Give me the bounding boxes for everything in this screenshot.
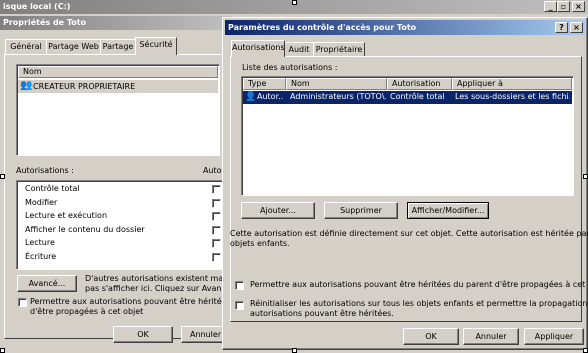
help-icon[interactable]: ? — [555, 22, 568, 33]
reset-permissions-checkbox[interactable] — [235, 301, 244, 310]
resize-handle[interactable] — [0, 174, 5, 179]
names-column-header[interactable]: Nom — [18, 66, 218, 78]
inherit-label-line2: d'être propagées à cet objet — [30, 307, 144, 316]
user-key-icon: 👤 — [245, 92, 257, 102]
inherit-permissions-label: Permettre aux autorisations pouvant être… — [250, 280, 588, 289]
apply-button[interactable]: Appliquer — [524, 328, 584, 345]
list-item[interactable]: 👥 CREATEUR PROPRIETAIRE — [18, 80, 218, 93]
ok-button[interactable]: OK — [113, 326, 173, 343]
tab-sharing[interactable]: Partage — [100, 39, 136, 54]
permission-allow-checkbox[interactable] — [212, 212, 221, 221]
row-type: Autor... — [257, 92, 284, 101]
users-icon: 👥 — [20, 80, 33, 91]
acl-dialog: Paramètres du contrôle d'accès pour Toto… — [222, 17, 588, 350]
tab-permissions[interactable]: Autorisations — [231, 40, 285, 57]
close-icon[interactable]: × — [572, 1, 585, 12]
close-icon[interactable]: × — [570, 22, 583, 33]
ok-button[interactable]: OK — [403, 328, 459, 345]
permission-allow-checkbox[interactable] — [212, 225, 221, 235]
reset-permissions-label-line2: autorisations pouvant être héritées. — [250, 309, 394, 318]
inherit-permissions-checkbox[interactable] — [235, 281, 244, 290]
tab-audit[interactable]: Audit — [284, 42, 314, 57]
permission-label: Lecture — [25, 238, 55, 247]
tab-web-sharing[interactable]: Partage Web — [46, 39, 101, 54]
resize-handle[interactable] — [583, 174, 588, 179]
acl-titlebar: Paramètres du contrôle d'accès pour Toto — [225, 20, 585, 35]
acl-list-label: Liste des autorisations : — [242, 63, 338, 72]
resize-handle[interactable] — [292, 348, 297, 353]
permissions-label: Autorisations : — [16, 166, 74, 175]
add-button[interactable]: Ajouter... — [241, 202, 315, 219]
column-header-permission[interactable]: Autorisation — [387, 78, 452, 90]
acl-description-line1: Cette autorisation est définie directeme… — [230, 229, 588, 238]
row-permission: Contrôle total — [390, 92, 445, 101]
resize-handle[interactable] — [0, 348, 5, 353]
permission-label: Écriture — [25, 251, 57, 261]
properties-title: Propriétés de Toto — [3, 18, 87, 27]
tab-owner[interactable]: Propriétaire — [313, 42, 365, 57]
row-applies-to: Les sous-dossiers et les fichi... — [455, 92, 570, 101]
list-item-label: CREATEUR PROPRIETAIRE — [33, 82, 136, 91]
minimize-button[interactable]: _ — [544, 1, 557, 12]
info-text-line1: D'autres autorisations existent mais ne — [85, 274, 243, 283]
tab-security[interactable]: Sécurité — [135, 37, 177, 55]
permission-allow-checkbox[interactable] — [212, 239, 221, 248]
column-header-name[interactable]: Nom — [286, 78, 387, 90]
acl-description-line2: objets enfants. — [230, 239, 290, 248]
permission-allow-checkbox[interactable] — [212, 198, 221, 208]
permission-label: Contrôle total — [25, 184, 80, 193]
acl-title: Paramètres du contrôle d'accès pour Toto — [228, 23, 417, 32]
row-name: Administrateurs (TOTO\... — [290, 92, 386, 101]
permission-allow-checkbox[interactable] — [212, 252, 221, 262]
explorer-title: isque local (C:) — [3, 2, 71, 11]
resize-handle[interactable] — [292, 0, 297, 5]
cancel-button[interactable]: Annuler — [463, 328, 519, 345]
view-edit-button[interactable]: Afficher/Modifier... — [407, 202, 489, 219]
tab-general[interactable]: Général — [5, 39, 47, 54]
column-header-applies-to[interactable]: Appliquer à — [452, 78, 572, 90]
advanced-button[interactable]: Avancé... — [17, 275, 77, 292]
info-text-line2: pas s'afficher ici. Cliquez sur Avancé p — [85, 284, 239, 293]
properties-window: Propriétés de Toto Général Partage Web P… — [0, 16, 251, 353]
table-row[interactable]: 👤 Autor... Administrateurs (TOTO\... Con… — [243, 91, 572, 104]
properties-titlebar: Propriétés de Toto — [0, 16, 232, 30]
maximize-button[interactable]: ▫ — [557, 1, 570, 12]
inherit-checkbox[interactable] — [18, 298, 27, 307]
permission-label: Lecture et exécution — [25, 211, 108, 220]
inherit-label-line1: Permettre aux autorisations pouvant être… — [30, 297, 252, 306]
permission-label: Modifier — [25, 197, 58, 207]
reset-permissions-label-line1: Réinitialiser les autorisations sur tous… — [250, 299, 588, 308]
permission-label: Afficher le contenu du dossier — [25, 224, 145, 234]
remove-button[interactable]: Supprimer — [324, 202, 398, 219]
permission-allow-checkbox[interactable] — [212, 185, 221, 194]
column-header-type[interactable]: Type — [243, 78, 286, 90]
resize-handle[interactable] — [583, 348, 588, 353]
